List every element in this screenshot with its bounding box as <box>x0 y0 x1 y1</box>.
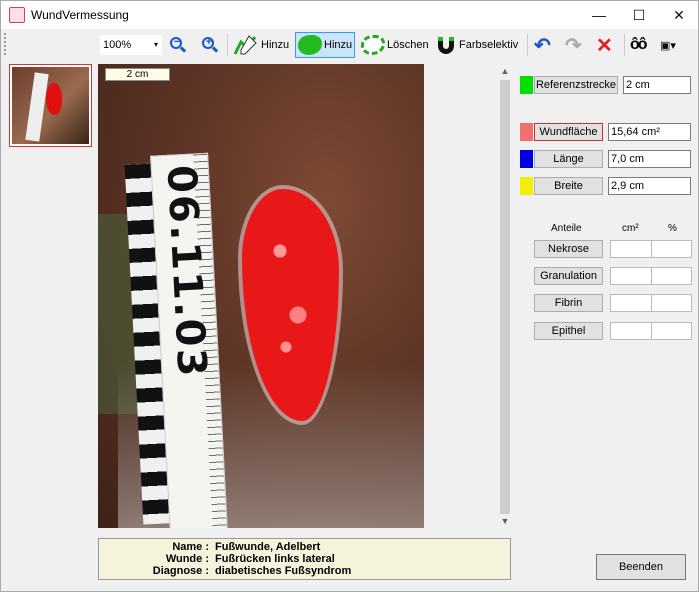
redo-icon: ↷ <box>565 34 582 57</box>
necrosis-button[interactable]: Nekrose <box>534 240 603 258</box>
thumbnail-photo <box>12 67 89 144</box>
wound-photo: 06.11.03 <box>98 64 424 528</box>
length-field[interactable]: 7,0 cm <box>608 150 691 168</box>
export-icon: ▣▾ <box>660 39 676 52</box>
toolbar-grip[interactable] <box>4 33 7 55</box>
draw-line-add-label: Hinzu <box>261 39 290 51</box>
wound-area-button[interactable]: Wundfläche <box>534 123 603 141</box>
zoom-out-button[interactable]: − <box>169 32 187 58</box>
export-dropdown-button[interactable]: ▣▾ <box>660 32 676 58</box>
toolbar-separator <box>624 34 625 56</box>
undo-icon: ↶ <box>534 34 551 57</box>
chevron-down-icon: ▾ <box>153 40 158 49</box>
area-fill-icon <box>298 35 322 55</box>
fibrin-button[interactable]: Fibrin <box>534 294 603 312</box>
reference-color-swatch <box>520 76 533 94</box>
wound-area-field[interactable]: 15,64 cm² <box>608 123 691 141</box>
shares-header-pct: % <box>668 223 677 234</box>
necrosis-cm2-field[interactable] <box>610 240 652 258</box>
view-button[interactable]: ôô <box>630 32 647 58</box>
reference-button[interactable]: Referenzstrecke <box>534 76 618 94</box>
scrollbar-thumb[interactable] <box>500 80 510 514</box>
toolbar-separator <box>227 34 228 56</box>
cancel-icon: ✕ <box>596 34 613 57</box>
main-window: WundVermessung — ☐ ✕ 100% ▾ − + Hinzu Hi… <box>0 0 699 592</box>
length-color-swatch <box>520 150 533 168</box>
app-icon <box>9 7 25 23</box>
zoom-in-button[interactable]: + <box>201 32 219 58</box>
vertical-scrollbar[interactable]: ▲ ▼ <box>498 64 512 528</box>
granulation-cm2-field[interactable] <box>610 267 652 285</box>
fibrin-cm2-field[interactable] <box>610 294 652 312</box>
scale-label: 2 cm <box>105 68 170 81</box>
length-button[interactable]: Länge <box>534 150 603 168</box>
width-button[interactable]: Breite <box>534 177 603 195</box>
shares-header-name: Anteile <box>551 223 582 234</box>
undo-button[interactable]: ↶ <box>534 32 551 58</box>
zoom-select[interactable]: 100% ▾ <box>100 35 162 55</box>
delete-area-label: Löschen <box>387 39 429 51</box>
info-value: Fußrücken links lateral <box>215 553 335 565</box>
zoom-out-icon: − <box>169 36 187 54</box>
cancel-button[interactable]: ✕ <box>596 32 613 58</box>
info-value: diabetisches Fußsyndrom <box>215 565 352 577</box>
color-select-label: Farbselektiv <box>459 39 519 51</box>
scroll-up-icon[interactable]: ▲ <box>498 64 512 78</box>
necrosis-pct-field[interactable] <box>651 240 692 258</box>
width-color-swatch <box>520 177 533 195</box>
epithel-button[interactable]: Epithel <box>534 322 603 340</box>
toolbar: 100% ▾ − + Hinzu Hinzu Löschen Farbselek… <box>1 29 698 60</box>
epithel-cm2-field[interactable] <box>610 322 652 340</box>
draw-area-add-button[interactable]: Hinzu <box>295 32 356 58</box>
fibrin-pct-field[interactable] <box>651 294 692 312</box>
info-value: Fußwunde, Adelbert <box>215 541 321 553</box>
reference-field[interactable]: 2 cm <box>623 76 691 94</box>
info-row: Diagnose : diabetisches Fußsyndrom <box>99 565 510 578</box>
wound-image-canvas[interactable]: 06.11.03 <box>98 64 424 528</box>
width-field[interactable]: 2,9 cm <box>608 177 691 195</box>
granulation-pct-field[interactable] <box>651 267 692 285</box>
info-key: Wunde : <box>165 553 209 565</box>
delete-area-button[interactable]: Löschen <box>361 32 429 58</box>
close-window-button[interactable]: ✕ <box>656 1 699 29</box>
epithel-pct-field[interactable] <box>651 322 692 340</box>
finish-button[interactable]: Beenden <box>596 554 686 580</box>
draw-area-add-label: Hinzu <box>324 39 353 51</box>
window-title: WundVermessung <box>31 8 129 22</box>
draw-line-add-button[interactable]: Hinzu <box>233 32 289 58</box>
pen-line-icon <box>233 34 259 56</box>
area-erase-icon <box>361 35 385 55</box>
zoom-value: 100% <box>103 39 132 51</box>
info-key: Name : <box>172 541 209 553</box>
magnet-icon <box>435 34 457 56</box>
scroll-down-icon[interactable]: ▼ <box>498 514 512 528</box>
shares-header-cm2: cm² <box>622 223 639 234</box>
zoom-in-icon: + <box>201 36 219 54</box>
title-bar: WundVermessung — ☐ ✕ <box>1 1 698 29</box>
glasses-icon: ôô <box>630 36 647 53</box>
info-key: Diagnose : <box>152 565 209 577</box>
granulation-button[interactable]: Granulation <box>534 267 603 285</box>
redo-button[interactable]: ↷ <box>565 32 582 58</box>
area-color-swatch <box>520 123 533 141</box>
image-thumbnail[interactable] <box>9 64 92 147</box>
toolbar-separator <box>527 34 528 56</box>
color-select-button[interactable]: Farbselektiv <box>435 32 518 58</box>
patient-info-box: Name : Fußwunde, Adelbert Wunde : Fußrüc… <box>98 538 511 580</box>
